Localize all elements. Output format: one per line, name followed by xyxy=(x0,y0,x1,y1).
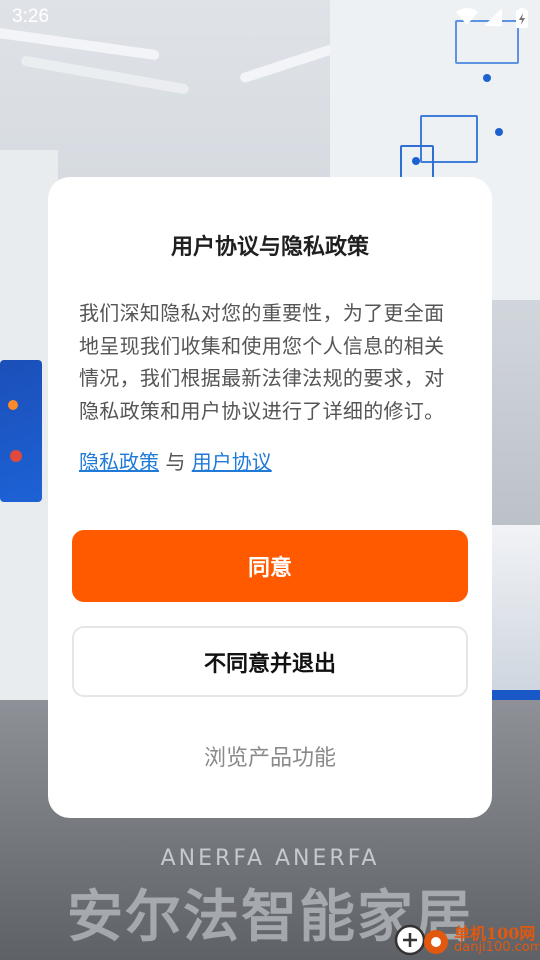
browse-products-button[interactable]: 浏览产品功能 xyxy=(48,740,492,772)
user-agreement-link[interactable]: 用户协议 xyxy=(192,450,272,474)
watermark: 单机100网 danji100.com xyxy=(392,918,540,960)
dialog-title: 用户协议与隐私政策 xyxy=(170,235,369,260)
wifi-icon xyxy=(456,8,478,25)
status-bar: 3:26 xyxy=(0,0,540,36)
background-display xyxy=(0,360,42,502)
agree-button[interactable]: 同意 xyxy=(72,530,468,602)
battery-charging-icon xyxy=(516,8,528,28)
decline-exit-button[interactable]: 不同意并退出 xyxy=(72,626,468,697)
dialog-body-scroll[interactable]: 我们深知隐私对您的重要性，为了更全面地呈现我们收集和使用您个人信息的相关情况，我… xyxy=(79,297,461,432)
privacy-policy-link[interactable]: 隐私政策 xyxy=(79,450,159,474)
background-brand-en: ANERFA ANERFA xyxy=(160,846,380,871)
cell-signal-icon xyxy=(484,8,502,26)
privacy-dialog: 用户协议与隐私政策 我们深知隐私对您的重要性，为了更全面地呈现我们收集和使用您个… xyxy=(48,177,492,818)
dialog-body-text: 我们深知隐私对您的重要性，为了更全面地呈现我们收集和使用您个人信息的相关情况，我… xyxy=(79,301,445,423)
watermark-logo-icon xyxy=(394,924,448,956)
dialog-links: 隐私政策 与 用户协议 xyxy=(79,446,272,475)
link-connector: 与 xyxy=(165,450,186,474)
status-time: 3:26 xyxy=(12,6,49,27)
status-icons xyxy=(456,8,528,28)
watermark-url: danji100.com xyxy=(454,940,540,955)
